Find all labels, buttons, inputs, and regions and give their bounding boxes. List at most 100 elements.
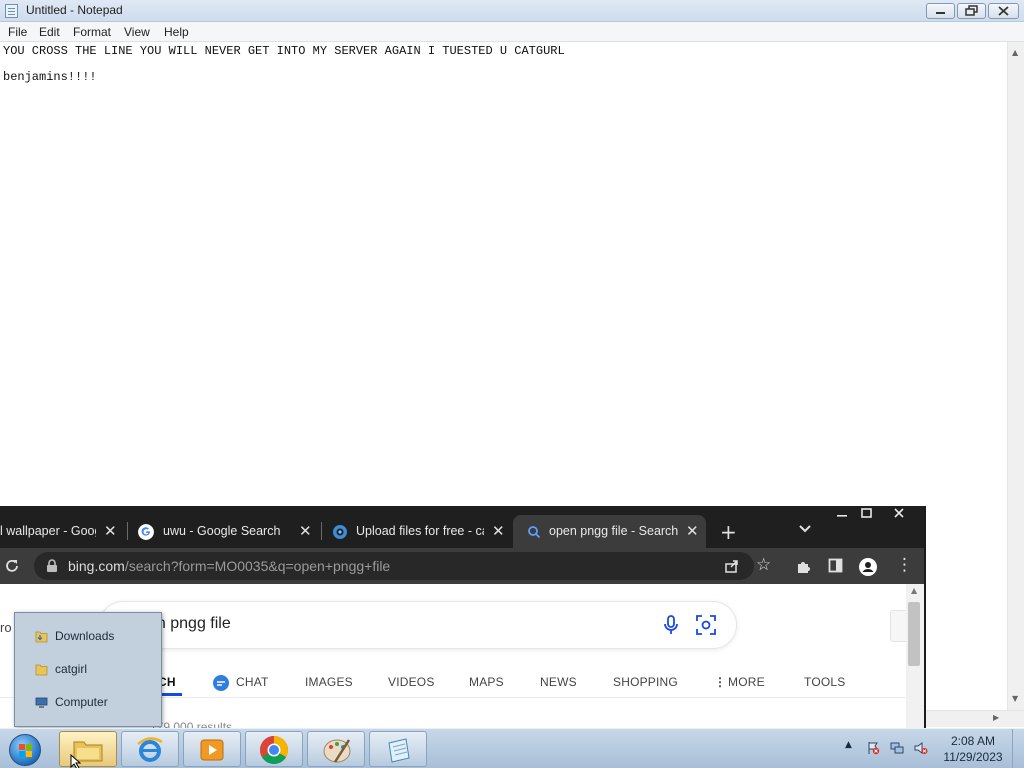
close-icon	[894, 508, 904, 518]
tab-close-icon[interactable]: ✕	[104, 522, 117, 540]
tab-close-icon[interactable]: ✕	[299, 522, 312, 540]
url-text: bing.com/search?form=MO0035&q=open+pngg+…	[68, 558, 390, 574]
menu-help[interactable]: Help	[164, 25, 189, 39]
paint-palette-icon	[323, 739, 351, 763]
microphone-icon[interactable]	[663, 615, 679, 635]
tab-wallpaper[interactable]: l wallpaper - Goog ✕	[0, 515, 126, 548]
start-button[interactable]	[4, 731, 46, 767]
close-button[interactable]	[988, 3, 1019, 19]
profile-avatar-icon[interactable]	[858, 557, 878, 577]
chrome-icon	[260, 736, 288, 764]
show-hidden-icons-arrow-icon[interactable]: ▲	[845, 740, 852, 750]
address-bar[interactable]: bing.com/search?form=MO0035&q=open+pngg+…	[34, 552, 754, 580]
chrome-toolbar: bing.com/search?form=MO0035&q=open+pngg+…	[0, 548, 924, 584]
tab-open-pngg-file[interactable]: open pngg file - Search ✕	[513, 515, 706, 548]
lock-icon	[47, 559, 57, 572]
bing-tab-maps[interactable]: MAPS	[469, 675, 504, 689]
internet-explorer-icon	[137, 737, 163, 762]
scroll-down-icon[interactable]: ▼	[1012, 694, 1018, 703]
system-clock[interactable]: 2:08 AM 11/29/2023	[936, 733, 1010, 765]
taskbar-internet-explorer[interactable]	[121, 731, 179, 767]
bing-tab-chat[interactable]: CHAT	[236, 675, 269, 689]
notepad-vertical-scrollbar[interactable]: ▲ ▼	[1007, 42, 1024, 710]
taskbar-media-player[interactable]	[183, 731, 241, 767]
restore-button[interactable]	[957, 3, 986, 19]
new-tab-plus-icon[interactable]: +	[720, 520, 737, 544]
tab-upload-files[interactable]: Upload files for free - ca ✕	[324, 515, 512, 548]
menu-format[interactable]: Format	[73, 25, 111, 39]
share-icon[interactable]	[724, 558, 740, 574]
scrollbar-thumb[interactable]	[908, 602, 920, 666]
notepad-icon	[388, 738, 410, 763]
taskbar: ▲ 2:08 AM 11/29/2023	[0, 728, 1024, 768]
taskbar-notepad[interactable]	[369, 731, 427, 767]
tab-label: uwu - Google Search	[163, 524, 281, 538]
minimize-icon	[936, 12, 945, 14]
menu-file[interactable]: File	[8, 25, 27, 39]
taskbar-google-chrome[interactable]	[245, 731, 303, 767]
folder-icon	[35, 664, 48, 676]
copilot-chat-icon	[213, 675, 229, 691]
bing-tab-tools[interactable]: TOOLS	[804, 675, 845, 689]
show-desktop-button[interactable]	[1012, 729, 1024, 768]
side-panel-icon[interactable]	[828, 558, 844, 574]
tab-label: l wallpaper - Goog	[0, 524, 96, 538]
notepad-line-2: benjamins!!!!	[3, 70, 97, 84]
minimize-button[interactable]	[926, 3, 955, 19]
clock-time: 2:08 AM	[950, 734, 996, 748]
more-dots-icon[interactable]: ⋮	[714, 675, 726, 689]
network-icon[interactable]	[890, 741, 904, 755]
menu-view[interactable]: View	[124, 25, 150, 39]
url-host: bing.com	[68, 558, 125, 574]
upload-site-icon	[333, 525, 347, 539]
close-icon	[998, 6, 1009, 16]
bing-tab-videos[interactable]: VIDEOS	[388, 675, 435, 689]
tab-label: Upload files for free - ca	[356, 524, 484, 538]
visual-search-camera-icon[interactable]	[696, 615, 716, 635]
chrome-tab-strip: l wallpaper - Goog ✕ uwu - Google Search…	[0, 506, 924, 548]
menu-edit[interactable]: Edit	[39, 25, 60, 39]
bing-tab-news[interactable]: NEWS	[540, 675, 577, 689]
extensions-puzzle-icon[interactable]	[795, 558, 812, 575]
scroll-up-icon[interactable]: ▲	[911, 586, 917, 595]
windows-logo-icon	[9, 734, 41, 766]
jump-list-label: catgirl	[55, 662, 88, 676]
url-path: /search?form=MO0035&q=open+pngg+file	[124, 558, 391, 574]
tab-separator	[127, 522, 128, 540]
chrome-menu-icon[interactable]: ⋮	[896, 555, 913, 575]
tab-close-icon[interactable]: ✕	[686, 522, 699, 540]
tab-uwu[interactable]: uwu - Google Search ✕	[130, 515, 318, 548]
bing-tab-more[interactable]: MORE	[728, 675, 765, 689]
bing-tab-images[interactable]: IMAGES	[305, 675, 353, 689]
tab-close-icon[interactable]: ✕	[492, 522, 505, 540]
results-count: 179,000 results	[150, 720, 233, 728]
chrome-maximize-button[interactable]	[850, 506, 884, 524]
volume-muted-icon[interactable]	[914, 741, 928, 755]
action-center-flag-icon[interactable]	[866, 741, 880, 755]
bookmark-star-icon[interactable]: ☆	[756, 555, 771, 575]
notepad-menu-bar: File Edit Format View Help	[0, 22, 1024, 42]
mouse-cursor-icon	[70, 754, 82, 768]
reload-icon[interactable]	[4, 558, 20, 574]
taskbar-paint[interactable]	[307, 731, 365, 767]
notepad-horizontal-scrollbar[interactable]: ▶	[925, 710, 1024, 727]
tab-separator	[321, 522, 322, 540]
bing-search-box[interactable]: en pngg file	[100, 602, 736, 648]
media-player-icon	[200, 739, 224, 761]
bing-tab-shopping[interactable]: SHOPPING	[613, 675, 678, 689]
chrome-close-button[interactable]	[882, 506, 916, 524]
jump-list-label: Downloads	[55, 629, 115, 643]
clock-date: 11/29/2023	[943, 750, 1003, 764]
explorer-jump-list: Downloads catgirl Computer	[14, 612, 162, 727]
tab-search-chevron-down-icon[interactable]	[798, 524, 812, 534]
notepad-title-bar[interactable]: Untitled - Notepad	[0, 0, 1024, 22]
google-icon	[138, 524, 154, 540]
restore-icon	[965, 5, 978, 16]
notepad-window-title: Untitled - Notepad	[26, 3, 123, 17]
desktop: Untitled - Notepad File Edit Format View…	[0, 0, 1024, 768]
taskbar-windows-explorer[interactable]	[59, 731, 117, 768]
scroll-right-icon[interactable]: ▶	[993, 713, 999, 722]
maximize-icon	[861, 508, 872, 518]
scroll-up-icon[interactable]: ▲	[1012, 48, 1018, 57]
bing-scrollbar[interactable]: ▲	[906, 584, 924, 728]
